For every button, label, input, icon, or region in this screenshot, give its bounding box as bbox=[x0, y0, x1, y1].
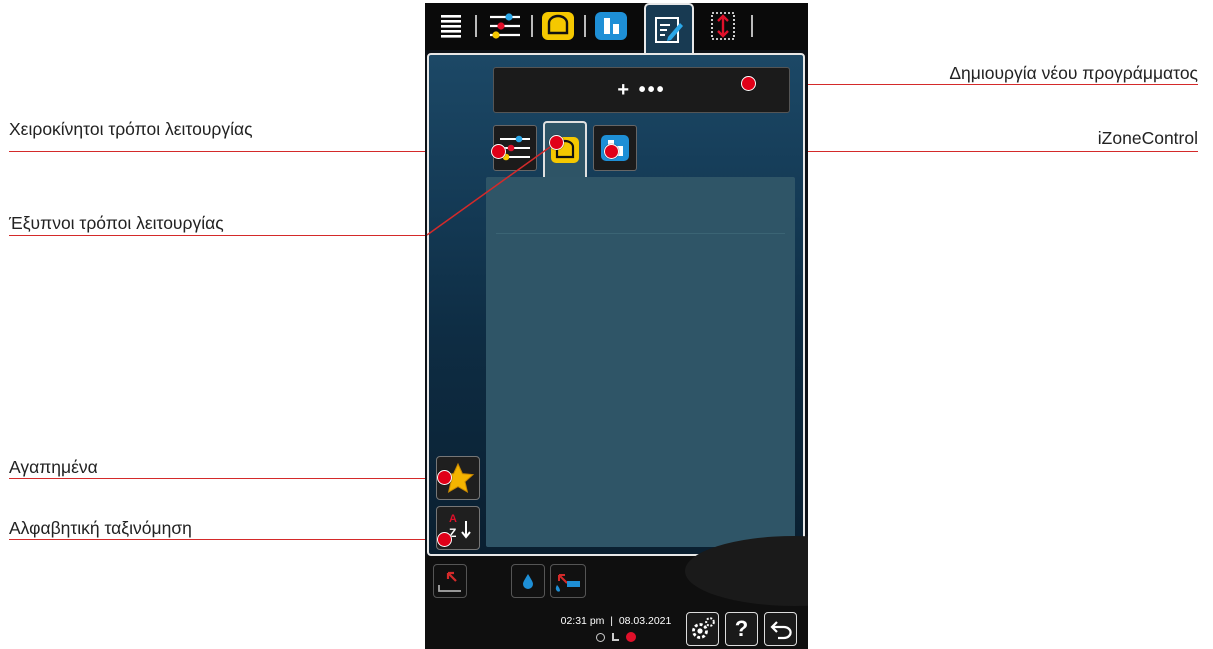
callout-dot bbox=[437, 470, 452, 485]
callout-dot bbox=[437, 532, 452, 547]
callout-smart-modes: Έξυπνοι τρόποι λειτουργίας bbox=[9, 213, 224, 233]
clock-time: 02:31 pm bbox=[560, 615, 605, 627]
edit-program-icon[interactable] bbox=[644, 3, 694, 55]
leader-line bbox=[9, 539, 446, 540]
separator bbox=[475, 15, 477, 37]
settings-button[interactable] bbox=[686, 612, 719, 646]
expand-icon[interactable] bbox=[705, 8, 741, 44]
callout-dot bbox=[604, 144, 619, 159]
callout-alphabetical-sort: Αλφαβητική ταξινόμηση bbox=[9, 518, 192, 538]
callout-dot bbox=[741, 76, 756, 91]
callout-favourites: Αγαπημένα bbox=[9, 457, 98, 477]
leader-line bbox=[9, 478, 446, 479]
timer-status-icon bbox=[596, 632, 605, 642]
gear-icon bbox=[691, 617, 715, 639]
sliders-icon[interactable] bbox=[487, 8, 523, 44]
menu-icon[interactable] bbox=[433, 8, 469, 44]
callout-dot bbox=[491, 144, 506, 159]
alert-status-icon bbox=[626, 632, 636, 642]
clock-date: 08.03.2021 bbox=[618, 615, 672, 627]
callout-manual-modes: Χειροκίνητοι τρόποι λειτουργίας bbox=[9, 119, 253, 139]
separator bbox=[531, 15, 533, 37]
tab-smart-modes[interactable] bbox=[543, 121, 587, 177]
help-icon: ? bbox=[734, 616, 749, 641]
back-arrow-icon bbox=[769, 621, 792, 640]
top-navigation-bar bbox=[425, 3, 808, 55]
cleaning-icon[interactable] bbox=[550, 564, 586, 598]
separator bbox=[584, 15, 586, 37]
izone-icon[interactable] bbox=[593, 8, 629, 44]
callout-izonecontrol: iZoneControl bbox=[1097, 128, 1198, 148]
device-screen: + ••• A Z 02:31 pm | 08.03.2021 ? bbox=[425, 3, 808, 649]
program-panel: + ••• A Z bbox=[427, 53, 805, 556]
callout-create-new-program: Δημιουργία νέου προγράμματος bbox=[949, 63, 1198, 83]
toast-icon[interactable] bbox=[540, 8, 576, 44]
separator bbox=[751, 15, 753, 37]
cook-start-icon[interactable] bbox=[433, 564, 467, 598]
program-list[interactable] bbox=[486, 177, 795, 547]
help-button[interactable]: ? bbox=[725, 612, 758, 646]
humidity-icon[interactable] bbox=[511, 564, 545, 598]
back-button[interactable] bbox=[764, 612, 797, 646]
divider bbox=[496, 233, 785, 234]
status-area: 02:31 pm | 08.03.2021 bbox=[555, 615, 677, 642]
network-status-icon bbox=[612, 633, 619, 641]
leader-line bbox=[9, 235, 427, 236]
callout-dot bbox=[549, 135, 564, 150]
sort-letter-a: A bbox=[449, 513, 457, 525]
leader-line bbox=[750, 84, 1198, 85]
